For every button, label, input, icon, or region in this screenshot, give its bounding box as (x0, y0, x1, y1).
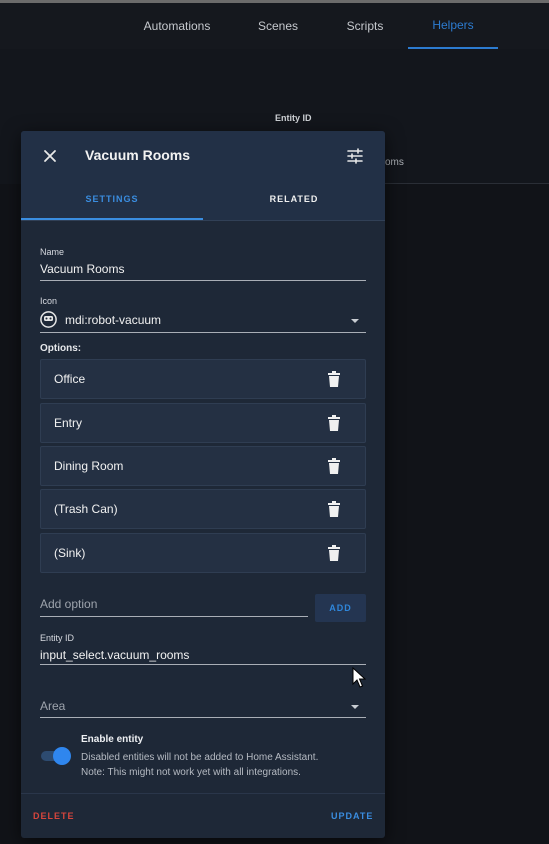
tab-settings[interactable]: SETTINGS (21, 183, 203, 220)
header-divider (21, 220, 385, 221)
tab-scenes[interactable]: Scenes (250, 3, 306, 49)
chevron-down-icon[interactable] (351, 319, 359, 323)
trash-icon[interactable] (327, 501, 341, 518)
option-row: Dining Room (40, 446, 366, 486)
tab-related[interactable]: RELATED (203, 183, 385, 220)
add-option-input[interactable]: Add option (40, 597, 308, 617)
option-row: Office (40, 359, 366, 399)
chevron-down-icon[interactable] (351, 705, 359, 709)
page: Automations Scenes Scripts Helpers Entit… (0, 0, 549, 844)
dialog-header: Vacuum Rooms SETTINGS RELATED (21, 131, 385, 221)
option-label: (Trash Can) (54, 502, 118, 516)
robot-vacuum-icon (40, 311, 57, 328)
option-row: Entry (40, 403, 366, 443)
background-row-text: oms (385, 157, 404, 168)
update-button[interactable]: UPDATE (331, 811, 373, 821)
tab-automations[interactable]: Automations (140, 3, 214, 49)
background-row-divider (385, 183, 549, 184)
option-row: (Trash Can) (40, 489, 366, 529)
enable-entity-title: Enable entity (81, 734, 144, 745)
toggle-knob (53, 747, 71, 765)
enable-entity-description-line2: Note: This might not work yet with all i… (81, 767, 301, 778)
footer-divider (21, 793, 385, 794)
add-option-button[interactable]: ADD (315, 594, 366, 622)
entity-id-column-header: Entity ID (275, 113, 312, 123)
option-label: Dining Room (54, 459, 124, 473)
mouse-cursor-icon (352, 667, 366, 688)
trash-icon[interactable] (327, 371, 341, 388)
dialog-title: Vacuum Rooms (85, 147, 191, 163)
app-tab-bar: Automations Scenes Scripts Helpers (0, 3, 549, 49)
icon-label: Icon (40, 296, 58, 306)
enable-entity-description: Disabled entities will not be added to H… (81, 750, 381, 780)
entity-id-field[interactable]: input_select.vacuum_rooms (40, 648, 189, 662)
entity-settings-dialog: Vacuum Rooms SETTINGS RELATED Name Vacuu… (21, 131, 385, 838)
option-label: Office (54, 372, 86, 386)
trash-icon[interactable] (327, 415, 341, 432)
name-label: Name (40, 247, 65, 257)
option-label: Entry (54, 416, 83, 430)
area-select[interactable]: Area (40, 699, 65, 713)
tab-helpers[interactable]: Helpers (408, 3, 498, 49)
trash-icon[interactable] (327, 458, 341, 475)
name-field[interactable]: Vacuum Rooms (40, 262, 124, 276)
name-underline (40, 280, 366, 281)
entity-id-label: Entity ID (40, 633, 75, 643)
close-icon[interactable] (41, 147, 59, 165)
add-option-underline (40, 616, 308, 617)
entity-id-underline (40, 664, 366, 665)
options-label: Options: (40, 343, 82, 354)
icon-field[interactable]: mdi:robot-vacuum (65, 313, 161, 327)
enable-entity-toggle[interactable] (39, 747, 71, 765)
option-row: (Sink) (40, 533, 366, 573)
option-label: (Sink) (54, 546, 86, 560)
tab-scripts[interactable]: Scripts (338, 3, 392, 49)
trash-icon[interactable] (327, 545, 341, 562)
icon-underline (40, 332, 366, 333)
tune-icon[interactable] (346, 147, 364, 165)
delete-button[interactable]: DELETE (33, 811, 75, 821)
enable-entity-description-line1: Disabled entities will not be added to H… (81, 752, 319, 763)
area-underline (40, 717, 366, 718)
